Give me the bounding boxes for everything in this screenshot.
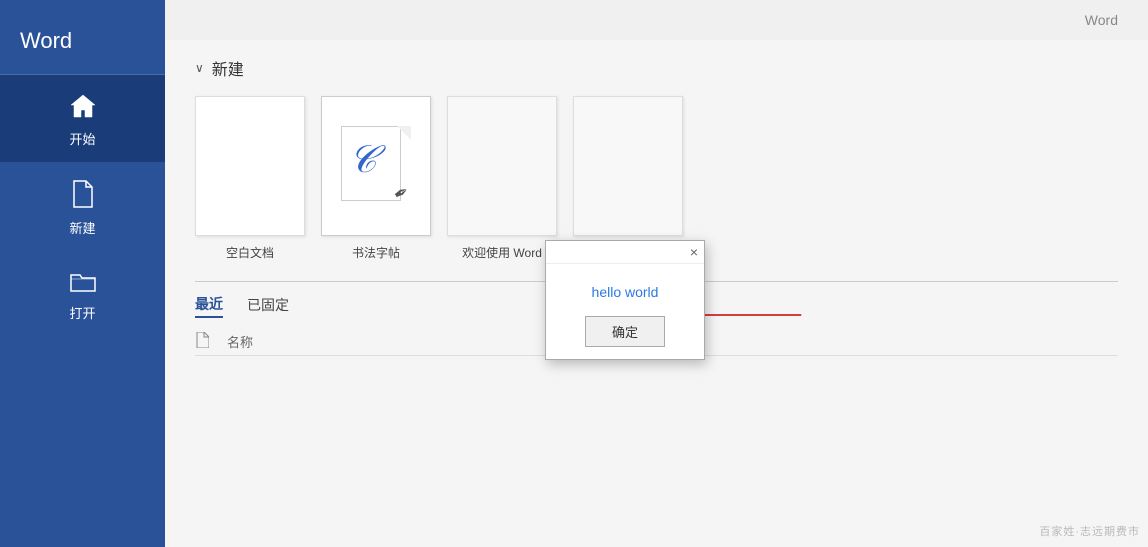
open-label: 打开	[69, 303, 95, 322]
new-section-header: ∨ 新建	[195, 56, 1118, 80]
template-calligraphy-label: 书法字帖	[352, 244, 400, 261]
template-blank[interactable]: 空白文档	[195, 96, 305, 261]
new-doc-icon	[71, 180, 95, 212]
main-area: Word ∨ 新建 空白文档 𝒞 ✒	[165, 0, 1148, 547]
section-title: 新建	[212, 56, 244, 80]
template-calligraphy-thumb: 𝒞 ✒	[321, 96, 431, 236]
sidebar-item-home[interactable]: 开始	[0, 75, 165, 162]
dialog-body: hello world 确定	[546, 264, 704, 359]
template-welcome-label: 欢迎使用 Word	[462, 244, 542, 261]
tab-pinned[interactable]: 已固定	[247, 295, 289, 317]
home-icon	[69, 93, 97, 123]
files-name-header: 名称	[227, 332, 253, 351]
content-area: ∨ 新建 空白文档 𝒞 ✒ 书法字帖	[165, 40, 1148, 547]
template-calligraphy[interactable]: 𝒞 ✒ 书法字帖	[321, 96, 431, 261]
templates-grid: 空白文档 𝒞 ✒ 书法字帖 欢迎使用 Word	[195, 96, 1118, 261]
template-blank-label: 空白文档	[226, 244, 274, 261]
topbar: Word	[165, 0, 1148, 40]
dialog-close-button[interactable]: ×	[690, 245, 698, 259]
home-label: 开始	[69, 129, 95, 148]
collapse-icon[interactable]: ∨	[195, 61, 204, 75]
sidebar-nav: 开始 新建 打开	[0, 75, 165, 336]
template-welcome-thumb	[447, 96, 557, 236]
watermark: 百家姓·志远期费市	[1039, 523, 1140, 539]
dialog-ok-button[interactable]: 确定	[585, 316, 665, 347]
template-welcome[interactable]: 欢迎使用 Word	[447, 96, 557, 261]
dialog-box: × hello world 确定	[545, 240, 705, 360]
app-title: Word	[0, 0, 165, 75]
dialog-header: ×	[546, 241, 704, 264]
file-icon-header	[195, 332, 209, 351]
topbar-app-name: Word	[1085, 12, 1118, 28]
template-single-space-thumb	[573, 96, 683, 236]
calligraphy-icon: 𝒞 ✒	[341, 126, 411, 206]
tab-recent[interactable]: 最近	[195, 294, 223, 318]
open-folder-icon	[69, 269, 97, 297]
sidebar: Word 开始 新建	[0, 0, 165, 547]
sidebar-item-new[interactable]: 新建	[0, 162, 165, 251]
new-label: 新建	[69, 218, 95, 237]
sidebar-item-open[interactable]: 打开	[0, 251, 165, 336]
dialog-message: hello world	[592, 284, 659, 300]
template-single-space[interactable]: 单空格（空白）	[573, 96, 683, 261]
template-blank-thumb	[195, 96, 305, 236]
